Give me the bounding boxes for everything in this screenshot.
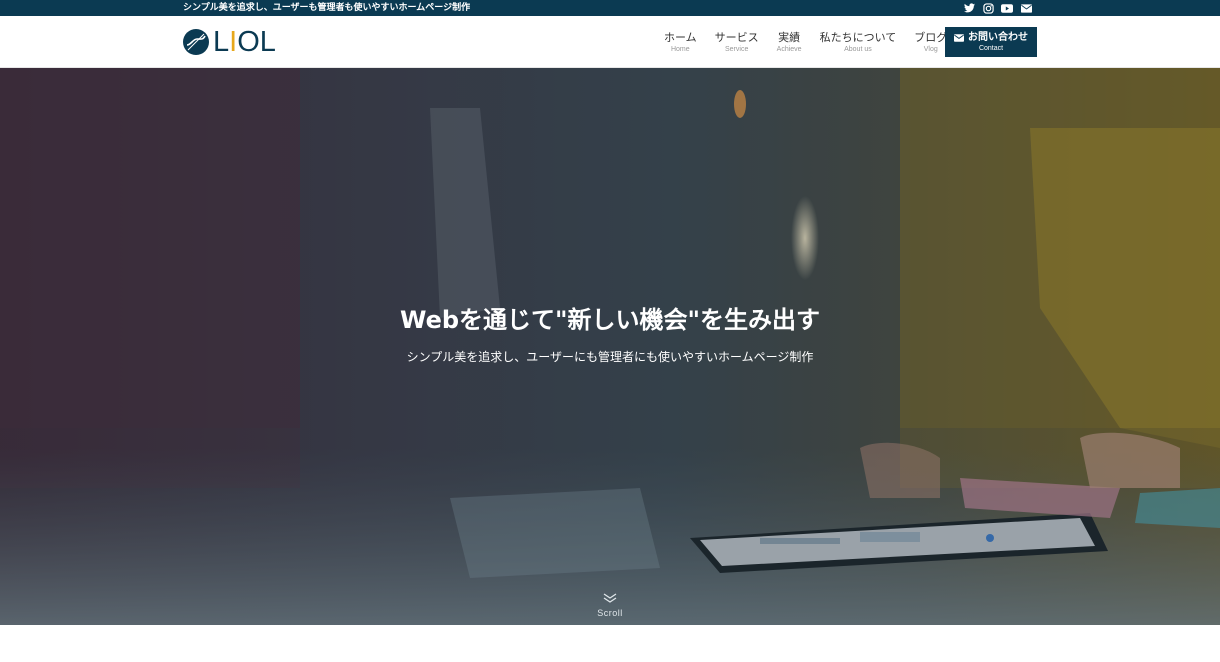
logo-mark-icon [183, 29, 209, 55]
site-header: LIOL ホーム Home サービス Service 実績 Achieve 私た… [0, 16, 1220, 68]
hero-background-image [0, 68, 1220, 625]
top-bar: シンプル美を追求し、ユーザーも管理者も使いやすいホームページ制作 [0, 0, 1220, 16]
nav-item-home[interactable]: ホーム Home [655, 31, 706, 55]
nav-sublabel: Achieve [776, 46, 802, 53]
logo-wordmark: LIOL [213, 26, 276, 58]
logo-letter-l: L [213, 26, 230, 58]
mail-icon [954, 34, 964, 42]
mail-icon[interactable] [1020, 2, 1032, 14]
nav-label: ブログ [914, 31, 948, 44]
nav-item-service[interactable]: サービス Service [706, 31, 768, 55]
nav-item-about[interactable]: 私たちについて About us [811, 31, 906, 55]
nav-sublabel: Home [670, 46, 690, 53]
scroll-indicator[interactable]: Scroll [590, 588, 630, 619]
double-chevron-down-icon [603, 593, 617, 603]
contact-label: お問い合わせ [968, 32, 1028, 43]
contact-button[interactable]: お問い合わせ Contact [945, 27, 1037, 57]
nav-label: 実績 [778, 31, 801, 44]
nav-sublabel: About us [844, 46, 872, 53]
social-links [963, 2, 1032, 14]
hero-title: Webを通じて"新しい機会"を生み出す [399, 306, 821, 334]
nav-sublabel: Service [725, 46, 749, 53]
nav-label: サービス [714, 31, 759, 44]
main-nav: ホーム Home サービス Service 実績 Achieve 私たちについて… [655, 31, 956, 55]
nav-item-achieve[interactable]: 実績 Achieve [768, 31, 811, 55]
nav-label: ホーム [664, 31, 697, 44]
logo-letter-i: I [229, 26, 238, 58]
hero-section: Webを通じて"新しい機会"を生み出す シンプル美を追求し、ユーザーにも管理者に… [0, 68, 1220, 625]
nav-label: 私たちについて [819, 31, 897, 44]
youtube-icon[interactable] [1001, 2, 1013, 14]
hero-subtitle: シンプル美を追求し、ユーザーにも管理者にも使いやすいホームページ制作 [406, 350, 814, 364]
twitter-icon[interactable] [963, 2, 975, 14]
scroll-label: Scroll [597, 608, 623, 618]
instagram-icon[interactable] [982, 2, 994, 14]
page-below-hero [0, 625, 1220, 662]
logo-letters-ol: OL [237, 26, 276, 58]
nav-sublabel: Vlog [923, 46, 938, 53]
site-logo[interactable]: LIOL [182, 26, 276, 58]
contact-sublabel: Contact [978, 45, 1004, 52]
tagline: シンプル美を追求し、ユーザーも管理者も使いやすいホームページ制作 [183, 3, 471, 13]
